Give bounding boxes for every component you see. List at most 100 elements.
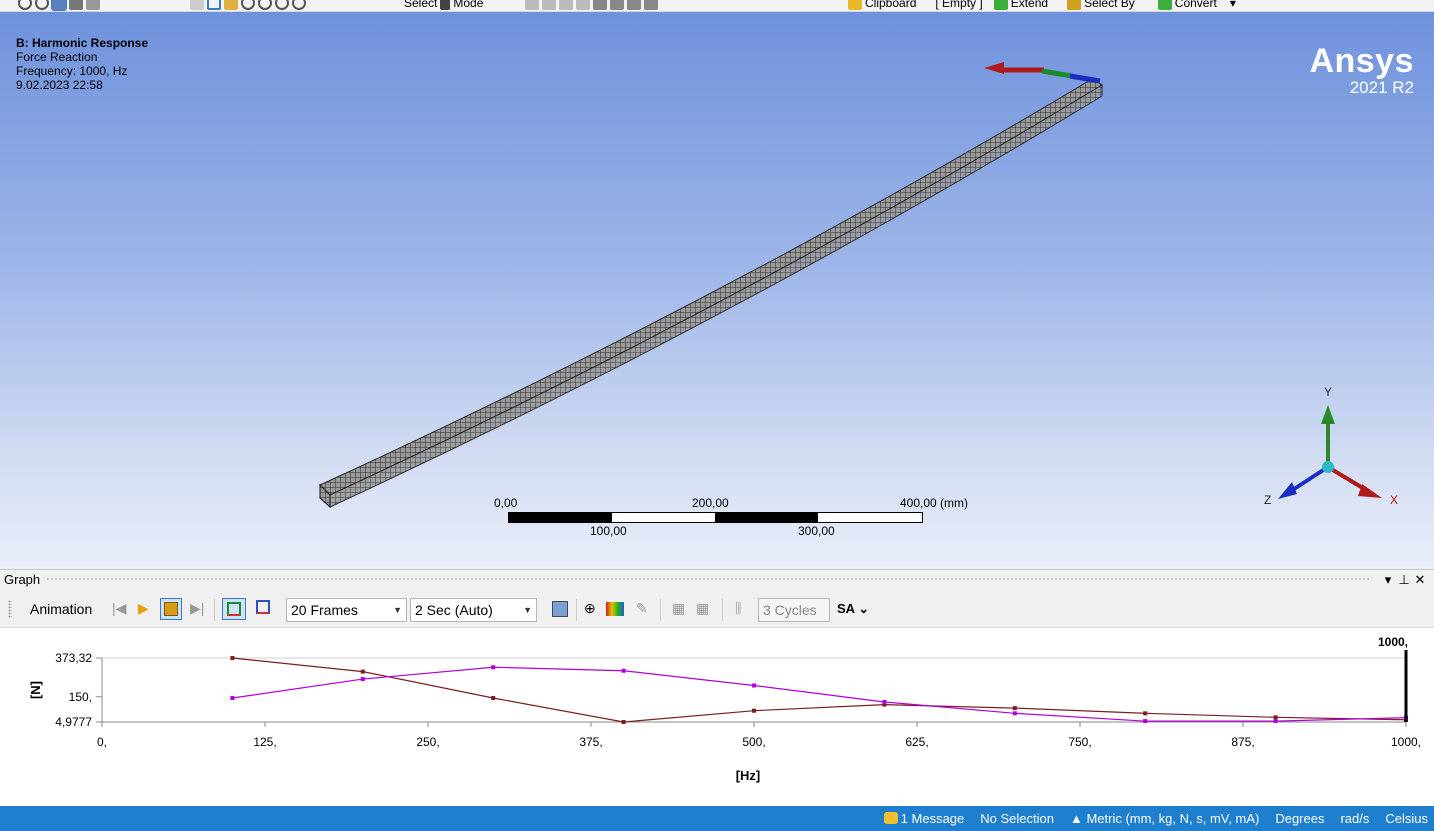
pin-icon[interactable]: ⊥	[1396, 572, 1412, 588]
zoom-box-icon[interactable]	[258, 0, 272, 10]
zoom-to-fit-icon[interactable]: ⊕	[584, 600, 596, 617]
temperature-unit[interactable]: Celsius	[1385, 811, 1428, 826]
frames-select[interactable]: 20 Frames ▼	[286, 598, 407, 622]
convert-icon[interactable]	[1157, 0, 1172, 10]
x-tick-label: 875,	[1231, 735, 1254, 749]
y-tick-label: 373,32	[55, 651, 92, 665]
series-point-1	[491, 665, 496, 670]
zoom-fit-icon[interactable]	[275, 0, 289, 10]
last-frame-icon[interactable]: ▶|	[190, 600, 204, 617]
series-point-0	[1273, 715, 1278, 720]
sa-label: SA	[837, 601, 855, 616]
shaded-icon[interactable]	[69, 0, 83, 10]
mode-label[interactable]: Mode	[453, 0, 483, 10]
graphics-viewport[interactable]: B: Harmonic Response Force Reaction Freq…	[0, 12, 1434, 569]
chevron-down-icon: ▼	[393, 605, 402, 615]
series-point-0	[1012, 706, 1017, 711]
magnifier-icon[interactable]	[292, 0, 306, 10]
duration-select[interactable]: 2 Sec (Auto) ▼	[410, 598, 537, 622]
clipboard-icon[interactable]	[848, 0, 862, 10]
series-point-1	[752, 683, 756, 688]
select-node-icon[interactable]	[610, 0, 624, 10]
scale-label-200: 200,00	[692, 496, 729, 510]
series-point-0	[360, 669, 365, 674]
pan-icon[interactable]	[224, 0, 238, 10]
axis-triad: Y X Z	[1264, 385, 1398, 507]
series-point-1	[230, 696, 235, 701]
table-icon[interactable]: ▦	[672, 600, 685, 617]
status-bar: 1 Message No Selection ▲ Metric (mm, kg,…	[0, 806, 1434, 831]
clipboard-label[interactable]: Clipboard	[865, 0, 916, 10]
wireframe-icon[interactable]	[86, 0, 100, 10]
y-tick-label: 150,	[69, 690, 92, 704]
select-body-icon[interactable]	[593, 0, 607, 10]
triad-y-label: Y	[1324, 385, 1332, 399]
zoom-out-icon[interactable]	[35, 0, 49, 10]
distributed-frames-button[interactable]	[222, 598, 246, 620]
angular-velocity-unit[interactable]: rad/s	[1340, 811, 1369, 826]
result-frames-icon[interactable]	[256, 600, 270, 614]
select-face-icon[interactable]	[576, 0, 590, 10]
x-tick-label: 625,	[905, 735, 928, 749]
y-tick-label: 4,9777	[55, 715, 92, 729]
color-legend-icon[interactable]	[606, 602, 624, 616]
x-tick-label: 125,	[253, 735, 276, 749]
rotate-icon[interactable]	[207, 0, 221, 10]
graph-chart[interactable]: 373,32 150, 4,9777 0, 125, 250, 375, 500, 625, 75…	[0, 628, 1434, 806]
empty-label: [ Empty ]	[935, 0, 983, 10]
selection-status: No Selection	[980, 811, 1054, 826]
series-point-1	[360, 677, 365, 682]
zoom-in-icon[interactable]	[18, 0, 32, 10]
frequency-marker-label: 1000,	[1378, 635, 1408, 649]
close-icon[interactable]: ✕	[1412, 572, 1428, 588]
duration-value: 2 Sec (Auto)	[415, 602, 493, 618]
series-line-0	[232, 657, 1407, 723]
series-point-0	[230, 656, 235, 660]
table-alt-icon[interactable]: ▦	[696, 600, 709, 617]
select-element-icon[interactable]	[644, 0, 658, 10]
messages-status[interactable]: 1 Message	[883, 811, 965, 826]
first-frame-icon[interactable]: |◀	[112, 600, 126, 617]
series-point-0	[621, 719, 626, 724]
export-video-icon[interactable]	[552, 601, 568, 617]
select-by-icon[interactable]	[1067, 0, 1082, 10]
toolbar-grip[interactable]	[8, 600, 12, 618]
grid-icon[interactable]	[190, 0, 204, 10]
series-point-1	[1143, 719, 1148, 724]
angle-unit[interactable]: Degrees	[1275, 811, 1324, 826]
play-icon[interactable]: ▶	[138, 600, 149, 617]
series-point-1	[621, 668, 626, 673]
unit-system[interactable]: ▲ Metric (mm, kg, N, s, mV, mA)	[1070, 811, 1259, 826]
select-vertex-icon[interactable]	[542, 0, 556, 10]
series-point-0	[491, 696, 496, 701]
extend-label[interactable]: Extend	[1011, 0, 1048, 10]
view-cube-icon[interactable]	[51, 0, 67, 11]
select-element-face-icon[interactable]	[627, 0, 641, 10]
probe-icon[interactable]: ✎	[636, 600, 648, 617]
select-label[interactable]: Select	[404, 0, 437, 10]
scale-label-300: 300,00	[798, 524, 835, 538]
series-line-1	[232, 666, 1407, 722]
extend-icon[interactable]	[993, 0, 1008, 10]
select-point-icon[interactable]	[525, 0, 539, 10]
select-edge-icon[interactable]	[559, 0, 573, 10]
select-by-label[interactable]: Select By	[1084, 0, 1135, 10]
panel-menu-icon[interactable]: ▾	[1380, 572, 1396, 588]
top-toolbar: Select Mode Clipboard [ Empty ] Extend S…	[0, 0, 1434, 12]
header-grip[interactable]	[46, 577, 1370, 582]
toolbar-overflow-icon[interactable]: ▾	[1230, 0, 1236, 10]
beam-mesh	[319, 78, 1103, 509]
chevron-down-icon: ▼	[523, 605, 532, 615]
frames-distributed-icon	[227, 602, 241, 616]
series-point-1	[1273, 719, 1278, 724]
series-point-0	[752, 708, 756, 713]
messages-label: 1 Message	[900, 811, 965, 826]
sa-button[interactable]: SA ⌄	[837, 601, 869, 617]
cycles-input[interactable]: 3 Cycles	[758, 598, 830, 622]
stop-button[interactable]	[160, 598, 182, 620]
cursor-icon[interactable]	[440, 0, 451, 10]
convert-label[interactable]: Convert	[1175, 0, 1217, 10]
cycles-icon[interactable]: ⫼	[735, 600, 741, 617]
zoom-icon[interactable]	[241, 0, 255, 10]
series-point-1	[882, 700, 887, 705]
